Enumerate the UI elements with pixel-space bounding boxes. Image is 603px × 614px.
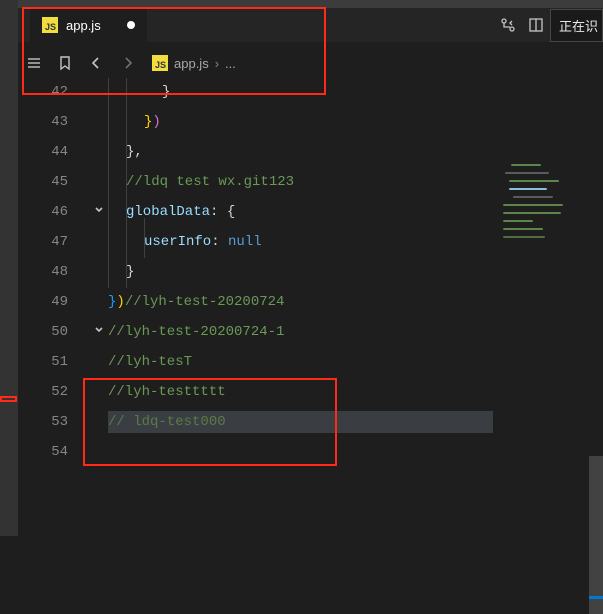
code-text: }, <box>126 144 143 160</box>
titlebar-strip <box>18 0 603 8</box>
code-text: //lyh-testtttt <box>108 384 226 400</box>
code-text: //lyh-test-20200724-1 <box>108 324 284 340</box>
line-number: 44 <box>18 144 90 160</box>
line-number: 54 <box>18 444 90 460</box>
fold-chevron-icon[interactable] <box>90 204 108 221</box>
breadcrumb[interactable]: JS app.js › ... <box>152 55 236 71</box>
code-text: //ldq test wx.git123 <box>126 174 294 190</box>
vertical-scrollbar[interactable] <box>589 156 603 614</box>
compare-changes-icon[interactable] <box>494 8 522 42</box>
activity-bar <box>0 0 18 536</box>
line-number: 43 <box>18 114 90 130</box>
js-file-icon: JS <box>152 55 168 71</box>
line-number: 45 <box>18 174 90 190</box>
code-text: }) <box>144 114 161 130</box>
line-number: 53 <box>18 414 90 430</box>
code-text: } <box>126 264 134 280</box>
line-number: 47 <box>18 234 90 250</box>
list-icon[interactable] <box>26 55 42 71</box>
tab-label: app.js <box>66 18 101 33</box>
tab-app-js[interactable]: JS app.js <box>30 8 147 42</box>
breadcrumb-file: app.js <box>174 56 209 71</box>
nav-back-icon[interactable] <box>88 55 104 71</box>
minimap[interactable] <box>499 156 589 614</box>
editor-action-bar: JS app.js › ... <box>18 48 603 78</box>
code-line[interactable]: 43}) <box>18 108 603 136</box>
chevron-right-icon: › <box>215 56 219 71</box>
scrollbar-mark <box>589 596 603 599</box>
code-text: })//lyh-test-20200724 <box>108 294 284 310</box>
fold-chevron-icon[interactable] <box>90 324 108 341</box>
js-file-icon: JS <box>42 17 58 33</box>
code-text: userInfo: null <box>144 234 262 250</box>
editor-actions: 正在识 <box>494 8 603 42</box>
line-number: 48 <box>18 264 90 280</box>
split-editor-icon[interactable] <box>522 8 550 42</box>
bookmark-icon[interactable] <box>58 55 72 71</box>
nav-forward-icon[interactable] <box>120 55 136 71</box>
line-number: 46 <box>18 204 90 220</box>
code-text: // ldq-test000 <box>108 414 226 430</box>
code-text: //lyh-tesT <box>108 354 192 370</box>
line-number: 51 <box>18 354 90 370</box>
line-number: 42 <box>18 84 90 100</box>
line-number: 49 <box>18 294 90 310</box>
line-number: 52 <box>18 384 90 400</box>
code-text: } <box>162 84 170 100</box>
breadcrumb-more: ... <box>225 56 236 71</box>
unsaved-indicator-icon <box>127 21 135 29</box>
loading-badge: 正在识 <box>550 9 603 42</box>
code-text: globalData: { <box>126 204 235 220</box>
code-line[interactable]: 42} <box>18 78 603 106</box>
scrollbar-thumb[interactable] <box>589 456 603 614</box>
code-editor[interactable]: 42}43})44},45//ldq test wx.git12346globa… <box>18 78 603 536</box>
line-number: 50 <box>18 324 90 340</box>
